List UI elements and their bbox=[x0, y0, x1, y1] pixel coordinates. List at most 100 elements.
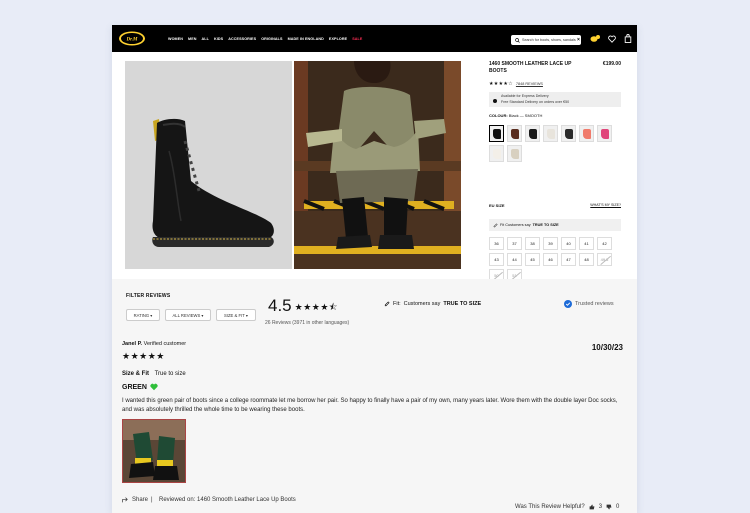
thumbs-down-icon[interactable] bbox=[606, 504, 612, 510]
review-helpful: Was This Review Helpful? 3 0 bbox=[515, 504, 619, 510]
nav-sale[interactable]: SALE bbox=[352, 37, 362, 41]
size-label: EU SIZE bbox=[489, 203, 505, 208]
trusted-badge-icon bbox=[564, 300, 572, 308]
size-grid: 36 37 38 39 40 41 42 43 44 45 46 47 48 49.5 50 51 bbox=[489, 237, 621, 282]
filter-all-reviews-button[interactable]: ALL REVIEWS ▾ bbox=[165, 309, 211, 321]
green-heart-icon bbox=[150, 383, 158, 391]
size-option[interactable]: 41 bbox=[579, 237, 594, 250]
colour-swatch[interactable] bbox=[579, 125, 594, 142]
review-author: Janel P. Verified customer bbox=[122, 341, 186, 347]
reviewed-on: Reviewed on: 1460 Smooth Leather Lace Up… bbox=[159, 497, 296, 503]
review-author-name: Janel P. bbox=[122, 341, 143, 347]
size-option[interactable]: 37 bbox=[507, 237, 522, 250]
verified-badge: Verified customer bbox=[143, 341, 187, 347]
top-nav: Dr.M WOMEN MEN ALL KIDS ACCESSORIES ORIG… bbox=[112, 25, 637, 52]
fit-text: Fit Customers say bbox=[500, 223, 531, 227]
nav-accessories[interactable]: ACCESSORIES bbox=[228, 37, 256, 41]
nav-explore[interactable]: EXPLORE bbox=[329, 37, 347, 41]
boot-thumbnail-icon bbox=[493, 129, 501, 139]
review-title-text: GREEN bbox=[122, 383, 147, 391]
reviews-section: FILTER REVIEWS RATING ▾ ALL REVIEWS ▾ SI… bbox=[112, 279, 637, 513]
boot-illustration bbox=[125, 61, 292, 269]
colour-swatch[interactable] bbox=[543, 125, 558, 142]
nav-women[interactable]: WOMEN bbox=[168, 37, 183, 41]
close-icon[interactable]: × bbox=[577, 37, 580, 43]
product-rating: ★★★★☆ 7848 REVIEWS bbox=[489, 81, 543, 87]
nav-men[interactable]: MEN bbox=[188, 37, 197, 41]
size-option[interactable]: 48 bbox=[579, 253, 594, 266]
boot-thumbnail-icon bbox=[601, 129, 609, 139]
search-placeholder: Search for boots, shoes, sandals etc bbox=[522, 38, 576, 42]
product-image-model[interactable] bbox=[294, 61, 461, 269]
boot-thumbnail-icon bbox=[565, 129, 573, 139]
helpful-yes-count: 3 bbox=[598, 504, 603, 510]
brand-logo[interactable]: Dr.M bbox=[118, 29, 150, 48]
colour-swatch[interactable] bbox=[489, 145, 504, 162]
reviewed-on-label: Reviewed on: bbox=[159, 497, 196, 503]
boot-thumbnail-icon bbox=[493, 149, 501, 159]
review-photo-illustration bbox=[123, 420, 185, 482]
search-input[interactable]: Search for boots, shoes, sandals etc × bbox=[511, 35, 581, 45]
fit-summary-prefix: Fit: bbox=[393, 301, 401, 307]
fit-summary-value: TRUE TO SIZE bbox=[443, 301, 482, 307]
product-title: 1460 SMOOTH LEATHER LACE UP BOOTS bbox=[489, 61, 572, 74]
colour-swatch[interactable] bbox=[525, 125, 540, 142]
size-option[interactable]: 43 bbox=[489, 253, 504, 266]
review-size-fit: Size & Fit True to size bbox=[122, 371, 186, 377]
size-option[interactable]: 40 bbox=[561, 237, 576, 250]
filter-size-fit-button[interactable]: SIZE & FIT ▾ bbox=[216, 309, 256, 321]
rewards-icon[interactable] bbox=[590, 34, 600, 43]
review-size-fit-value: True to size bbox=[154, 371, 186, 377]
search-icon bbox=[515, 37, 520, 43]
product-image-boot[interactable] bbox=[125, 61, 292, 269]
review-body: I wanted this green pair of boots since … bbox=[122, 398, 618, 413]
share-button[interactable]: Share | bbox=[122, 497, 153, 503]
product-price: €199.00 bbox=[602, 61, 621, 67]
fit-bar: Fit Customers say TRUE TO SIZE bbox=[489, 219, 621, 231]
fit-summary-text: Customers say bbox=[403, 301, 441, 307]
size-option[interactable]: 44 bbox=[507, 253, 522, 266]
size-option[interactable]: 47 bbox=[561, 253, 576, 266]
colour-value: Black — SMOOTH bbox=[508, 113, 543, 118]
colour-heading: COLOUR: bbox=[489, 113, 508, 118]
reviewed-on-product[interactable]: 1460 Smooth Leather Lace Up Boots bbox=[197, 497, 296, 503]
size-option[interactable]: 46 bbox=[543, 253, 558, 266]
pencil-icon bbox=[384, 301, 390, 307]
nav-icons bbox=[590, 34, 632, 43]
delivery-standard: Free Standard Delivery on orders over €5… bbox=[501, 100, 570, 104]
share-label: Share bbox=[132, 497, 149, 503]
reviews-link[interactable]: 7848 REVIEWS bbox=[516, 82, 543, 86]
share-icon bbox=[122, 497, 128, 503]
size-option[interactable]: 39 bbox=[543, 237, 558, 250]
colour-swatch[interactable] bbox=[507, 125, 522, 142]
thumbs-up-icon[interactable] bbox=[589, 504, 595, 510]
nav-kids[interactable]: KIDS bbox=[214, 37, 223, 41]
fit-summary: Fit: Customers say TRUE TO SIZE bbox=[384, 301, 481, 307]
colour-swatch[interactable] bbox=[507, 145, 522, 162]
bag-icon[interactable] bbox=[624, 34, 632, 43]
model-illustration bbox=[294, 61, 461, 269]
review-size-fit-label: Size & Fit bbox=[122, 371, 150, 377]
size-option[interactable]: 36 bbox=[489, 237, 504, 250]
separator: | bbox=[151, 497, 153, 503]
trusted-reviews: Trusted reviews bbox=[564, 300, 614, 308]
nav-made-in-england[interactable]: MADE IN ENGLAND bbox=[288, 37, 324, 41]
nav-originals[interactable]: ORIGINALS bbox=[261, 37, 282, 41]
average-rating-stars: ★★★★⯪ bbox=[294, 302, 338, 312]
pencil-icon bbox=[493, 222, 498, 227]
colour-swatch[interactable] bbox=[597, 125, 612, 142]
size-option[interactable]: 42 bbox=[597, 237, 612, 250]
colour-swatch[interactable] bbox=[561, 125, 576, 142]
size-guide-link[interactable]: WHAT'S MY SIZE? bbox=[590, 203, 621, 207]
size-option[interactable]: 45 bbox=[525, 253, 540, 266]
nav-all[interactable]: ALL bbox=[202, 37, 209, 41]
nav-links: WOMEN MEN ALL KIDS ACCESSORIES ORIGINALS… bbox=[168, 25, 362, 52]
browser-page: Dr.M WOMEN MEN ALL KIDS ACCESSORIES ORIG… bbox=[112, 25, 637, 513]
size-option[interactable]: 49.5 bbox=[597, 253, 612, 266]
colour-swatch[interactable] bbox=[489, 125, 504, 142]
size-option[interactable]: 38 bbox=[525, 237, 540, 250]
review-title: GREEN bbox=[122, 383, 158, 391]
filter-rating-button[interactable]: RATING ▾ bbox=[126, 309, 160, 321]
wishlist-icon[interactable] bbox=[608, 35, 616, 43]
review-photo[interactable] bbox=[122, 419, 186, 483]
